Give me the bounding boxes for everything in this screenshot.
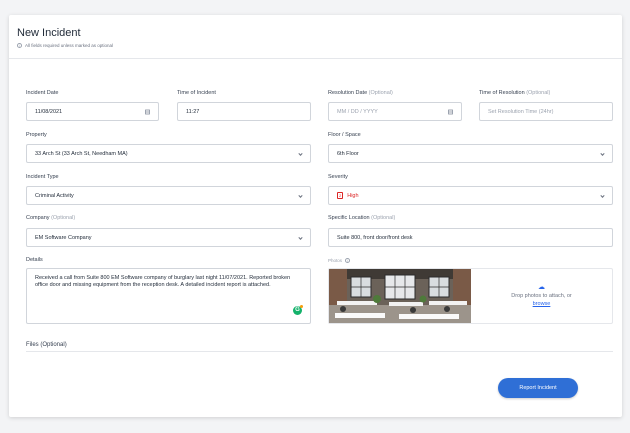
severity-label: Severity [328,174,348,180]
details-label: Details [26,257,43,263]
chevron-down-icon [298,151,303,156]
optional-tag: (Optional) [371,215,396,221]
specific-location-label: Specific Location (Optional) [328,215,395,221]
incident-date-value: 11/08/2021 [35,108,63,115]
specific-location-input[interactable]: Suite 800, front door/front desk [328,228,613,247]
resolution-date-label: Resolution Date (Optional) [328,90,393,96]
time-of-resolution-field[interactable]: Set Resolution Time (24hr) [479,102,613,121]
chevron-down-icon [600,151,605,156]
resolution-date-field[interactable]: MM / DD / YYYY [328,102,462,121]
calendar-icon[interactable] [448,109,453,114]
details-value: Received a call from Suite 800 EM Softwa… [35,275,291,288]
files-divider [26,351,613,352]
report-incident-button[interactable]: Report Incident [498,378,578,398]
photos-label-text: Photos [328,258,343,263]
time-of-incident-field[interactable]: 11:27 [177,102,311,121]
incident-type-label: Incident Type [26,174,59,180]
details-textarea[interactable]: Received a call from Suite 800 EM Softwa… [26,268,311,324]
incident-date-label: Incident Date [26,90,59,96]
form-hint: i All fields required unless marked as o… [17,43,113,48]
company-label-text: Company [26,215,50,221]
optional-tag: (Optional) [526,90,551,96]
photos-panel: ☁ Drop photos to attach, or browse [328,268,613,324]
incident-form-card [9,15,622,417]
form-hint-text: All fields required unless marked as opt… [25,43,114,48]
time-of-resolution-placeholder: Set Resolution Time (24hr) [488,108,554,115]
upload-cloud-icon: ☁ [538,284,545,291]
info-icon[interactable]: i [345,258,351,263]
resolution-date-label-text: Resolution Date [328,90,368,96]
optional-tag: (Optional) [40,342,67,348]
floor-space-value: 6th Floor [337,150,359,157]
chevron-down-icon [298,193,303,198]
incident-type-select[interactable]: Criminal Activity [26,186,311,205]
office-photo-thumbnail[interactable] [329,269,471,324]
chevron-down-icon [298,235,303,240]
floor-space-select[interactable]: 6th Floor [328,144,613,163]
resolution-date-placeholder: MM / DD / YYYY [337,108,378,115]
company-select[interactable]: EM Software Company [26,228,311,247]
severity-select[interactable]: 2 High [328,186,613,205]
specific-location-label-text: Specific Location [328,215,370,221]
photos-label: Photos i [328,258,351,263]
severity-value: High [347,192,359,199]
time-of-incident-value: 11:27 [186,108,200,115]
files-label: Files (Optional) [26,342,67,348]
header-divider [9,58,622,59]
time-of-incident-label: Time of Incident [177,90,216,96]
photo-dropzone[interactable]: ☁ Drop photos to attach, or browse [471,269,612,323]
severity-level-badge: 2 [337,192,344,199]
company-label: Company (Optional) [26,215,75,221]
info-icon: i [17,43,22,48]
time-of-resolution-label: Time of Resolution (Optional) [479,90,550,96]
chevron-down-icon [600,193,605,198]
photo-dropzone-text: Drop photos to attach, or [511,293,572,299]
optional-tag: (Optional) [368,90,393,96]
page-title: New Incident [17,27,81,39]
incident-date-field[interactable]: 11/08/2021 [26,102,159,121]
browse-link[interactable]: browse [533,300,551,308]
calendar-icon[interactable] [145,109,150,114]
property-value: 33 Arch St (33 Arch St, Needham MA) [35,150,128,157]
property-select[interactable]: 33 Arch St (33 Arch St, Needham MA) [26,144,311,163]
property-label: Property [26,132,47,138]
optional-tag: (Optional) [51,215,76,221]
floor-space-label: Floor / Space [328,132,361,138]
time-of-resolution-label-text: Time of Resolution [479,90,525,96]
company-value: EM Software Company [35,234,92,241]
files-label-text: Files [26,342,39,348]
specific-location-value: Suite 800, front door/front desk [337,234,413,241]
grammar-assistant-icon[interactable]: G [293,305,303,315]
incident-type-value: Criminal Activity [35,192,74,199]
